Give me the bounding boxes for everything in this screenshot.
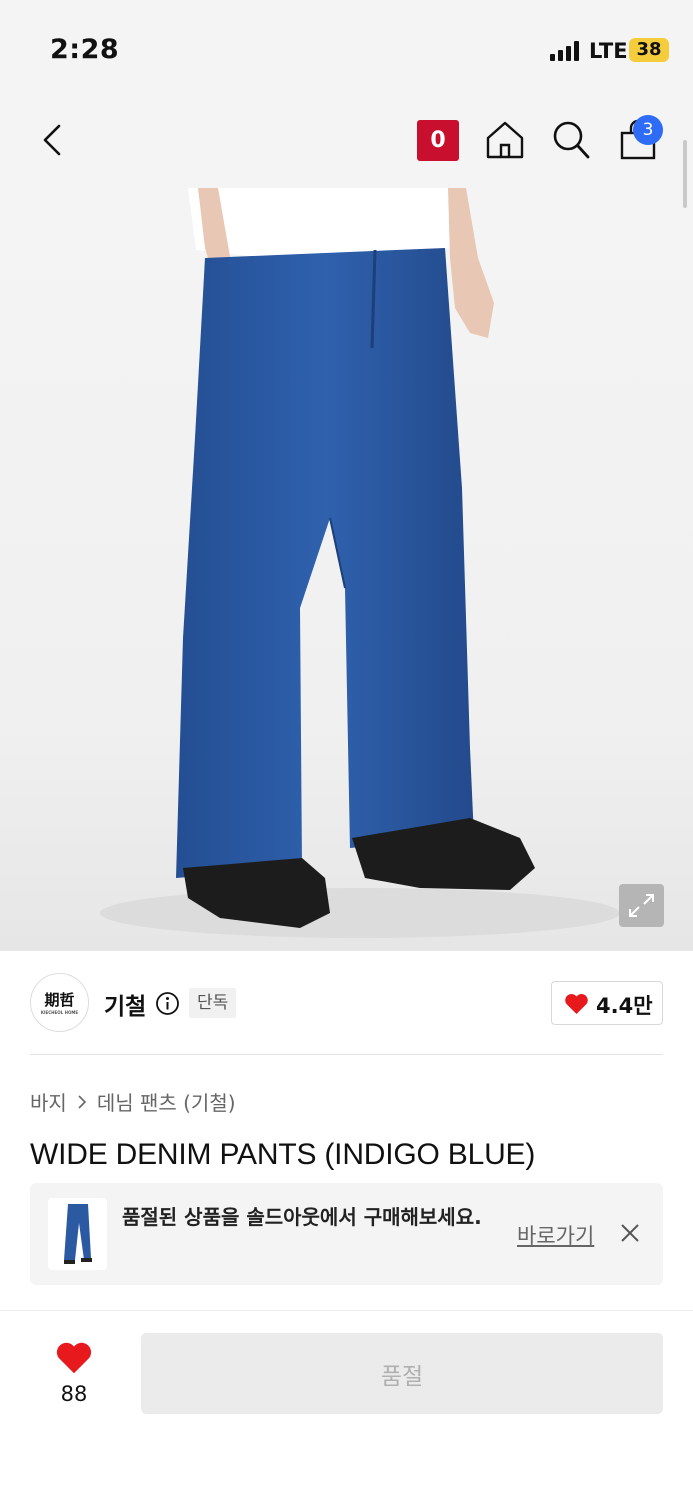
status-bar: 2:28 LTE 38 (0, 0, 693, 95)
brand-name[interactable]: 기철 (104, 987, 146, 1021)
chevron-right-icon (78, 1094, 86, 1109)
section-divider (0, 1310, 693, 1311)
heart-icon (56, 1342, 92, 1374)
banner-message: 품절된 상품을 솔드아웃에서 구매해보세요. (122, 1205, 482, 1229)
network-label: LTE (589, 39, 628, 63)
home-icon[interactable] (484, 119, 526, 161)
heart-icon (565, 994, 588, 1014)
brand-logo-text: 期哲 (44, 991, 75, 1009)
soldout-button[interactable]: 품절 (141, 1333, 663, 1414)
scrollbar[interactable] (683, 140, 687, 208)
top-nav: 0 (0, 95, 693, 188)
brand-like-count: 4.4만 (596, 994, 653, 1018)
product-image[interactable] (0, 188, 693, 951)
back-button[interactable] (36, 122, 72, 158)
expand-icon[interactable] (619, 884, 664, 927)
product-title: WIDE DENIM PANTS (INDIGO BLUE) (30, 1138, 536, 1171)
breadcrumb-subcategory[interactable]: 데님 팬츠 (기철) (97, 1087, 236, 1116)
battery-icon: 38 (629, 38, 669, 62)
divider (30, 1054, 663, 1055)
live-badge[interactable]: 0 (417, 120, 459, 161)
banner-thumbnail (48, 1198, 107, 1270)
status-time: 2:28 (50, 34, 120, 65)
brand-logo[interactable]: 期哲 KIECHEOL HOME (30, 973, 89, 1032)
banner-link[interactable]: 바로가기 (517, 1220, 594, 1250)
brand-logo-subtext: KIECHEOL HOME (40, 1010, 79, 1015)
breadcrumb: 바지 데님 팬츠 (기철) (30, 1087, 236, 1116)
search-icon[interactable] (551, 119, 591, 161)
wishlist-button[interactable]: 88 (44, 1335, 104, 1415)
brand-like-button[interactable]: 4.4만 (551, 981, 663, 1025)
close-icon[interactable] (619, 1222, 641, 1244)
info-icon[interactable] (155, 991, 180, 1016)
exclusive-tag: 단독 (189, 988, 237, 1018)
signal-icon (550, 41, 582, 61)
denim-pants-photo (100, 188, 620, 938)
soldout-banner: 품절된 상품을 솔드아웃에서 구매해보세요. 바로가기 (30, 1183, 663, 1285)
wishlist-count: 88 (60, 1382, 88, 1406)
cart-count-badge: 3 (633, 115, 663, 145)
breadcrumb-category[interactable]: 바지 (30, 1087, 67, 1116)
